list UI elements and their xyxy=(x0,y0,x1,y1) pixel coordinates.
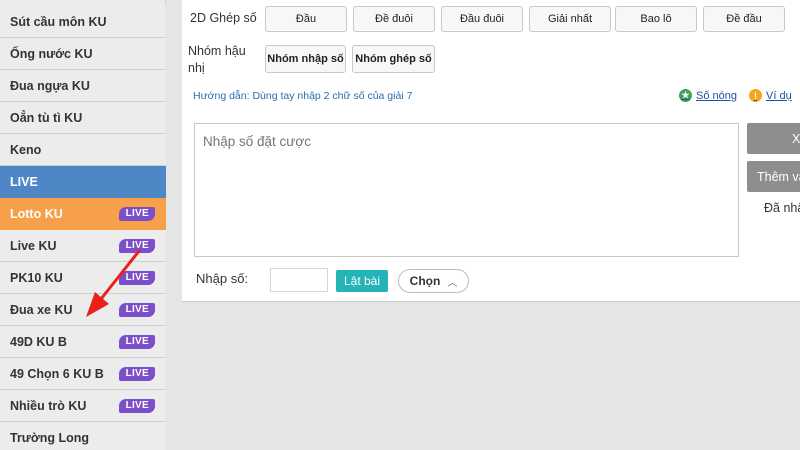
add-button[interactable]: Thêm và xyxy=(747,161,800,192)
sidebar-item-sut-cau-mon-ku[interactable]: Sút cầu môn KU xyxy=(0,6,166,38)
sidebar-item-dua-xe-ku[interactable]: Đua xe KU LIVE xyxy=(0,294,166,326)
clear-button[interactable]: X xyxy=(747,123,800,154)
row-label-line: Nhóm hậu xyxy=(188,44,246,58)
sidebar-item-label: Nhiều trò KU xyxy=(10,398,87,413)
live-badge: LIVE xyxy=(118,335,155,349)
sidebar-item-label: Oẳn tù tì KU xyxy=(10,110,83,125)
example-link[interactable]: ! Ví dụ xyxy=(749,89,792,102)
sidebar-item-label: Keno xyxy=(10,142,42,157)
guide-text: Hướng dẫn: Dùng tay nhập 2 chữ số của gi… xyxy=(193,90,413,102)
nhom-nhap-so-button[interactable]: Nhóm nhập số xyxy=(265,45,346,73)
option-giai-nhat-button[interactable]: Giải nhất xyxy=(529,6,611,32)
option-dau-duoi-button[interactable]: Đầu đuôi xyxy=(441,6,523,32)
live-badge: LIVE xyxy=(118,207,155,221)
sidebar-item-pk10-ku[interactable]: PK10 KU LIVE xyxy=(0,262,166,294)
chevron-up-icon: ︿ xyxy=(447,277,458,289)
flip-button[interactable]: Lật bài xyxy=(336,270,388,292)
option-bao-lo-button[interactable]: Bao lô xyxy=(615,6,697,32)
example-label: Ví dụ xyxy=(766,89,792,102)
bet-numbers-textarea[interactable] xyxy=(194,123,739,257)
sidebar-item-live[interactable]: LIVE xyxy=(0,166,166,198)
choose-dropdown[interactable]: Chọn ︿ xyxy=(398,269,469,293)
sidebar-item-label: Lotto KU xyxy=(10,206,63,221)
sidebar-item-ong-nuoc-ku[interactable]: Ống nước KU xyxy=(0,38,166,70)
live-badge: LIVE xyxy=(118,271,155,285)
sidebar-item-label: Sút cầu môn KU xyxy=(10,14,107,29)
sidebar-item-lotto-ku[interactable]: Lotto KU LIVE xyxy=(0,198,166,230)
option-dau-button[interactable]: Đầu xyxy=(265,6,347,32)
hot-numbers-link[interactable]: ★ Số nóng xyxy=(679,89,737,102)
sidebar-item-49-chon-6-ku-b[interactable]: 49 Chọn 6 KU B LIVE xyxy=(0,358,166,390)
live-badge: LIVE xyxy=(118,239,155,253)
sidebar-item-label: Đua xe KU xyxy=(10,302,73,317)
sidebar-item-oan-tu-ti-ku[interactable]: Oẳn tù tì KU xyxy=(0,102,166,134)
number-input[interactable] xyxy=(270,268,328,292)
sidebar: Sút cầu môn KU Ống nước KU Đua ngựa KU O… xyxy=(0,0,166,450)
sidebar-item-live-ku[interactable]: Live KU LIVE xyxy=(0,230,166,262)
sidebar-item-label: PK10 KU xyxy=(10,270,63,285)
input-label: Nhập số: xyxy=(196,271,249,286)
hot-numbers-label: Số nóng xyxy=(696,89,737,102)
row-label-line: nhị xyxy=(188,61,205,75)
live-badge: LIVE xyxy=(118,399,155,413)
row-label-nhom-hau-nhi: Nhóm hậu nhị xyxy=(188,43,246,77)
info-icon: ! xyxy=(749,89,762,102)
sidebar-item-label: Trường Long xyxy=(10,430,90,445)
sidebar-item-49d-ku-b[interactable]: 49D KU B LIVE xyxy=(0,326,166,358)
sidebar-item-label: LIVE xyxy=(10,174,38,189)
option-de-dau-button[interactable]: Đề đầu xyxy=(703,6,785,32)
row-label-2d-ghep-so: 2D Ghép số xyxy=(190,11,257,25)
live-badge: LIVE xyxy=(118,367,155,381)
choose-label: Chọn xyxy=(409,274,441,288)
sidebar-item-label: 49D KU B xyxy=(10,334,67,349)
sidebar-item-label: Live KU xyxy=(10,238,57,253)
sidebar-item-truong-long[interactable]: Trường Long xyxy=(0,422,166,450)
entered-status-text: Đã nhậ xyxy=(764,201,800,215)
option-de-duoi-button[interactable]: Đề đuôi xyxy=(353,6,435,32)
sidebar-item-label: Đua ngựa KU xyxy=(10,78,90,93)
sidebar-item-nhieu-tro-ku[interactable]: Nhiều trò KU LIVE xyxy=(0,390,166,422)
sidebar-item-keno[interactable]: Keno xyxy=(0,134,166,166)
sidebar-item-dua-ngua-ku[interactable]: Đua ngựa KU xyxy=(0,70,166,102)
nhom-ghep-so-button[interactable]: Nhóm ghép số xyxy=(352,45,435,73)
star-icon: ★ xyxy=(679,89,692,102)
betting-panel: 2D Ghép số Đầu Đề đuôi Đầu đuôi Giải nhấ… xyxy=(182,0,800,302)
sidebar-item-label: Ống nước KU xyxy=(10,46,93,61)
sidebar-item-label: 49 Chọn 6 KU B xyxy=(10,366,104,381)
live-badge: LIVE xyxy=(118,303,155,317)
